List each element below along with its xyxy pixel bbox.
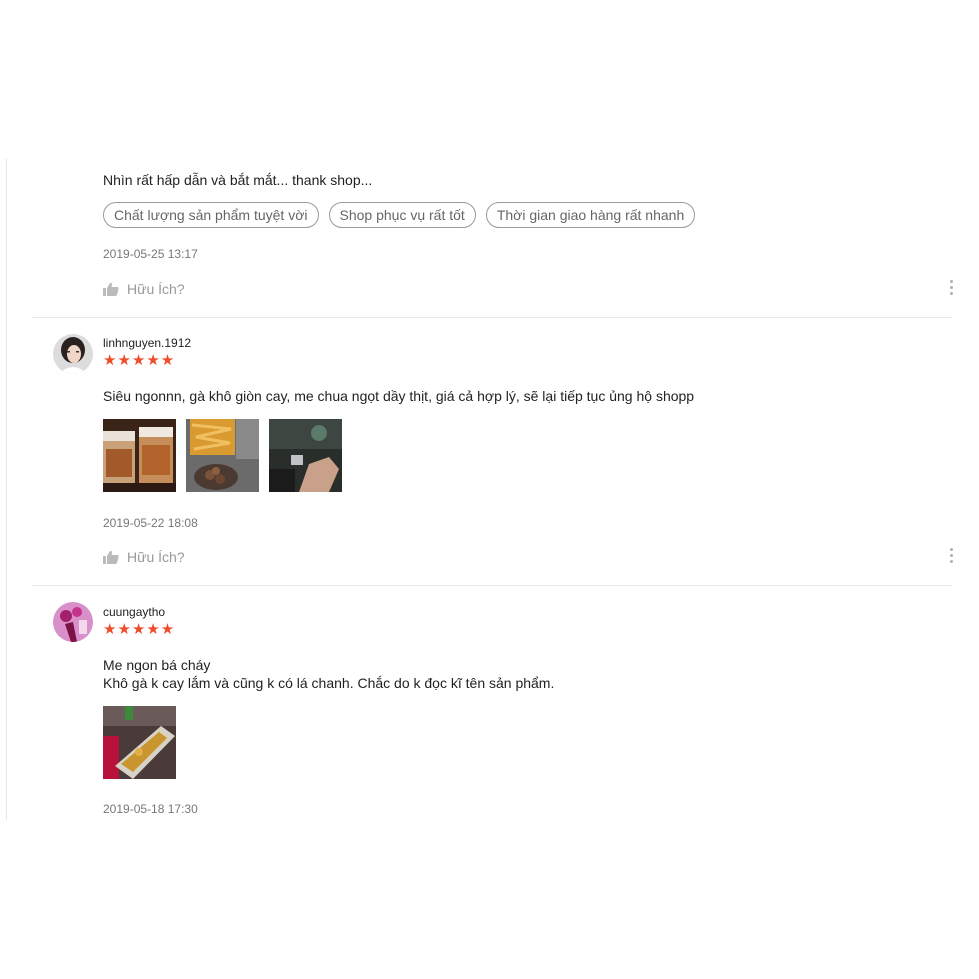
avatar-image [53,602,93,642]
avatar[interactable] [53,602,93,642]
thumbs-up-icon [103,282,119,296]
more-vertical-icon[interactable] [950,548,954,563]
avatar-image [53,334,93,374]
review-date: 2019-05-22 18:08 [103,516,198,530]
review-photo[interactable] [103,419,176,492]
review-photo[interactable] [103,706,176,779]
thumbs-up-icon [103,550,119,564]
review-photo[interactable] [269,419,342,492]
review-tags: Chất lượng sản phẩm tuyệt vời Shop phục … [103,202,696,228]
helpful-button[interactable]: Hữu Ích? [103,549,185,565]
reviews-panel: Nhìn rất hấp dẫn và bắt mắt... thank sho… [6,158,979,820]
rating-stars: ★★★★★ [103,621,176,638]
review-date: 2019-05-25 13:17 [103,247,198,261]
review-tag: Chất lượng sản phẩm tuyệt vời [103,202,319,228]
review-username[interactable]: cuungaytho [103,605,165,619]
review-photo[interactable] [186,419,259,492]
review-tag: Thời gian giao hàng rất nhanh [485,202,696,228]
review-divider [32,317,952,318]
review-tag: Shop phục vụ rất tốt [328,202,476,228]
review-comment: Nhìn rất hấp dẫn và bắt mắt... thank sho… [103,172,373,188]
helpful-label: Hữu Ích? [127,549,185,565]
review-comment: Me ngon bá cháy Khô gà k cay lắm và cũng… [103,657,555,691]
rating-stars: ★★★★★ [103,352,176,369]
review-date: 2019-05-18 17:30 [103,802,198,816]
helpful-label: Hữu Ích? [127,281,185,297]
more-vertical-icon[interactable] [950,280,954,295]
review-photos [103,419,342,492]
review-comment: Siêu ngonnn, gà khô giòn cay, me chua ng… [103,388,695,404]
review-username[interactable]: linhnguyen.1912 [103,336,191,350]
helpful-button[interactable]: Hữu Ích? [103,281,185,297]
review-photos [103,706,176,779]
review-divider [32,585,952,586]
avatar[interactable] [53,334,93,374]
